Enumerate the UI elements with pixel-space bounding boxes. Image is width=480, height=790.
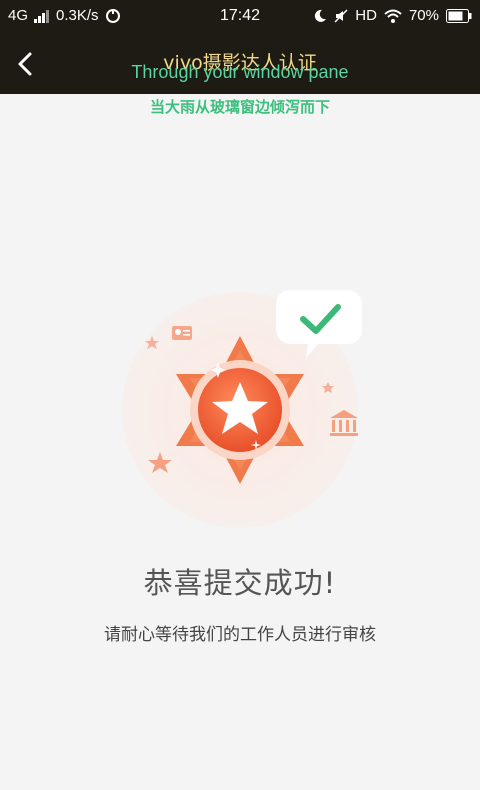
mute-icon: [334, 8, 348, 23]
wifi-icon: [384, 9, 402, 23]
review-notice: 请耐心等待我们的工作人员进行审核: [104, 625, 376, 645]
status-right: HD 70%: [313, 7, 472, 24]
success-headline: 恭喜提交成功!: [143, 566, 337, 600]
moon-icon: [315, 9, 327, 22]
battery-percent: 70%: [408, 7, 439, 24]
success-illustration: [100, 270, 380, 530]
video-subtitle-english: Through your window pane: [131, 62, 349, 82]
status-bar: 4G 0.3K/s 17:42 HD 70%: [0, 0, 480, 34]
hd-label: HD: [355, 7, 377, 24]
battery-icon: [446, 8, 472, 23]
video-subtitle-chinese: 当大雨从玻璃窗边倾泻而下: [149, 98, 330, 116]
badge-illustration: [122, 290, 362, 528]
